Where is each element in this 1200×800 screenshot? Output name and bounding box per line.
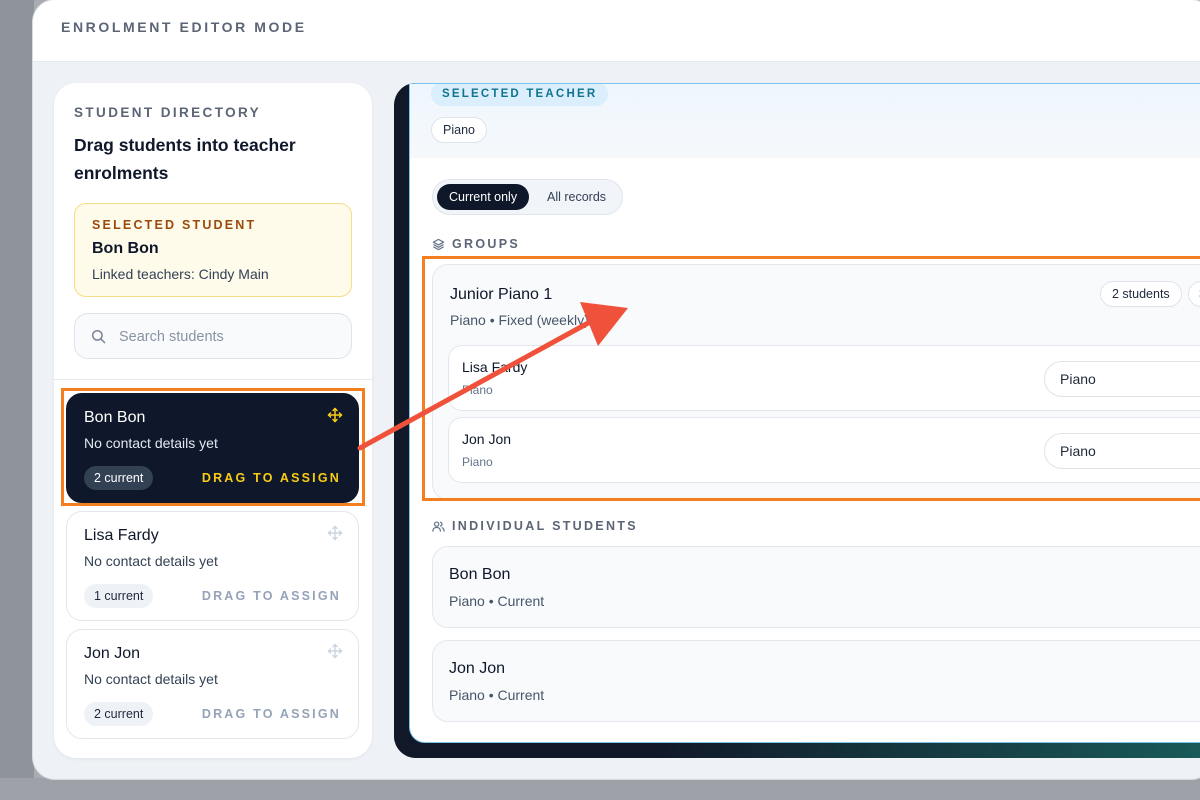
individual-student-meta: Piano • Current (449, 593, 545, 609)
selected-student-linked-teachers: Linked teachers: Cindy Main (92, 266, 269, 282)
selected-teacher-label: SELECTED TEACHER (431, 84, 609, 106)
group-meta: Piano • Fixed (weekly) (450, 312, 589, 328)
move-icon[interactable] (327, 407, 343, 423)
users-icon (432, 520, 445, 532)
member-instrument: Piano (462, 455, 493, 469)
individual-student-name: Bon Bon (449, 566, 511, 583)
instrument-select[interactable]: Piano (1044, 361, 1200, 397)
student-card-jon-jon[interactable]: Jon Jon No contact details yet 2 current… (66, 629, 359, 739)
teacher-panel: SELECTED TEACHER Piano Current only All … (394, 83, 1200, 758)
move-icon[interactable] (327, 643, 343, 659)
groups-heading-label: GROUPS (452, 237, 520, 251)
drag-to-assign-label: DRAG TO ASSIGN (201, 589, 341, 603)
backdrop (0, 0, 34, 800)
group-extra-badge: 3 (1188, 281, 1200, 307)
directory-title: STUDENT DIRECTORY (74, 105, 262, 120)
member-name: Lisa Fardy (462, 359, 528, 375)
group-member-row: Lisa Fardy Piano Piano (448, 345, 1200, 411)
search-box[interactable] (74, 313, 352, 359)
student-card-lisa-fardy[interactable]: Lisa Fardy No contact details yet 1 curr… (66, 511, 359, 621)
individual-student-card[interactable]: Jon Jon Piano • Current (432, 640, 1200, 722)
search-input[interactable] (119, 326, 339, 348)
individual-student-meta: Piano • Current (449, 687, 545, 703)
instrument-select[interactable]: Piano (1044, 433, 1200, 469)
directory-heading: Drag students into teacher enrolments (74, 135, 296, 183)
individual-student-name: Jon Jon (449, 660, 506, 677)
groups-heading: GROUPS (432, 237, 520, 251)
individual-students-heading: INDIVIDUAL STUDENTS (432, 519, 638, 533)
individual-student-card[interactable]: Bon Bon Piano • Current (432, 546, 1200, 628)
selected-student-label: SELECTED STUDENT (92, 218, 257, 232)
student-directory: STUDENT DIRECTORY Drag students into tea… (54, 83, 372, 758)
group-card[interactable]: Junior Piano 1 Piano • Fixed (weekly) 2 … (432, 264, 1200, 500)
member-name: Jon Jon (462, 431, 512, 447)
current-only-option[interactable]: Current only (437, 184, 530, 210)
selected-student-card: SELECTED STUDENT Bon Bon Linked teachers… (74, 203, 352, 297)
top-bar: ENROLMENT EDITOR MODE (33, 0, 1200, 62)
instrument-chip[interactable]: Piano (431, 117, 487, 143)
layers-icon (432, 238, 445, 250)
student-name: Bon Bon (84, 409, 146, 426)
teacher-enrolments: SELECTED TEACHER Piano Current only All … (409, 83, 1200, 743)
drag-to-assign-label: DRAG TO ASSIGN (201, 471, 341, 485)
student-contact: No contact details yet (84, 671, 218, 687)
teacher-header: SELECTED TEACHER Piano (410, 84, 1200, 158)
move-icon[interactable] (327, 525, 343, 541)
current-count-badge: 1 current (84, 584, 154, 608)
records-filter-toggle: Current only All records (432, 179, 623, 215)
app-title: ENROLMENT EDITOR MODE (61, 19, 307, 35)
selected-student-name: Bon Bon (92, 240, 159, 257)
student-card-bon-bon[interactable]: Bon Bon No contact details yet 2 current… (66, 393, 359, 503)
group-name: Junior Piano 1 (450, 286, 553, 303)
backdrop-bottom (0, 778, 1200, 800)
group-student-count: 2 students (1100, 281, 1182, 307)
current-count-badge: 2 current (84, 466, 154, 490)
group-member-row: Jon Jon Piano Piano (448, 417, 1200, 483)
all-records-option[interactable]: All records (543, 184, 610, 210)
current-count-badge: 2 current (84, 702, 154, 726)
drag-to-assign-label: DRAG TO ASSIGN (201, 707, 341, 721)
search-icon (91, 329, 106, 344)
student-name: Lisa Fardy (84, 527, 159, 544)
divider (54, 379, 372, 380)
app-window: ENROLMENT EDITOR MODE STUDENT DIRECTORY … (33, 0, 1200, 779)
student-contact: No contact details yet (84, 435, 218, 451)
student-name: Jon Jon (84, 645, 141, 662)
member-instrument: Piano (462, 383, 493, 397)
individual-students-label: INDIVIDUAL STUDENTS (452, 519, 638, 533)
student-contact: No contact details yet (84, 553, 218, 569)
